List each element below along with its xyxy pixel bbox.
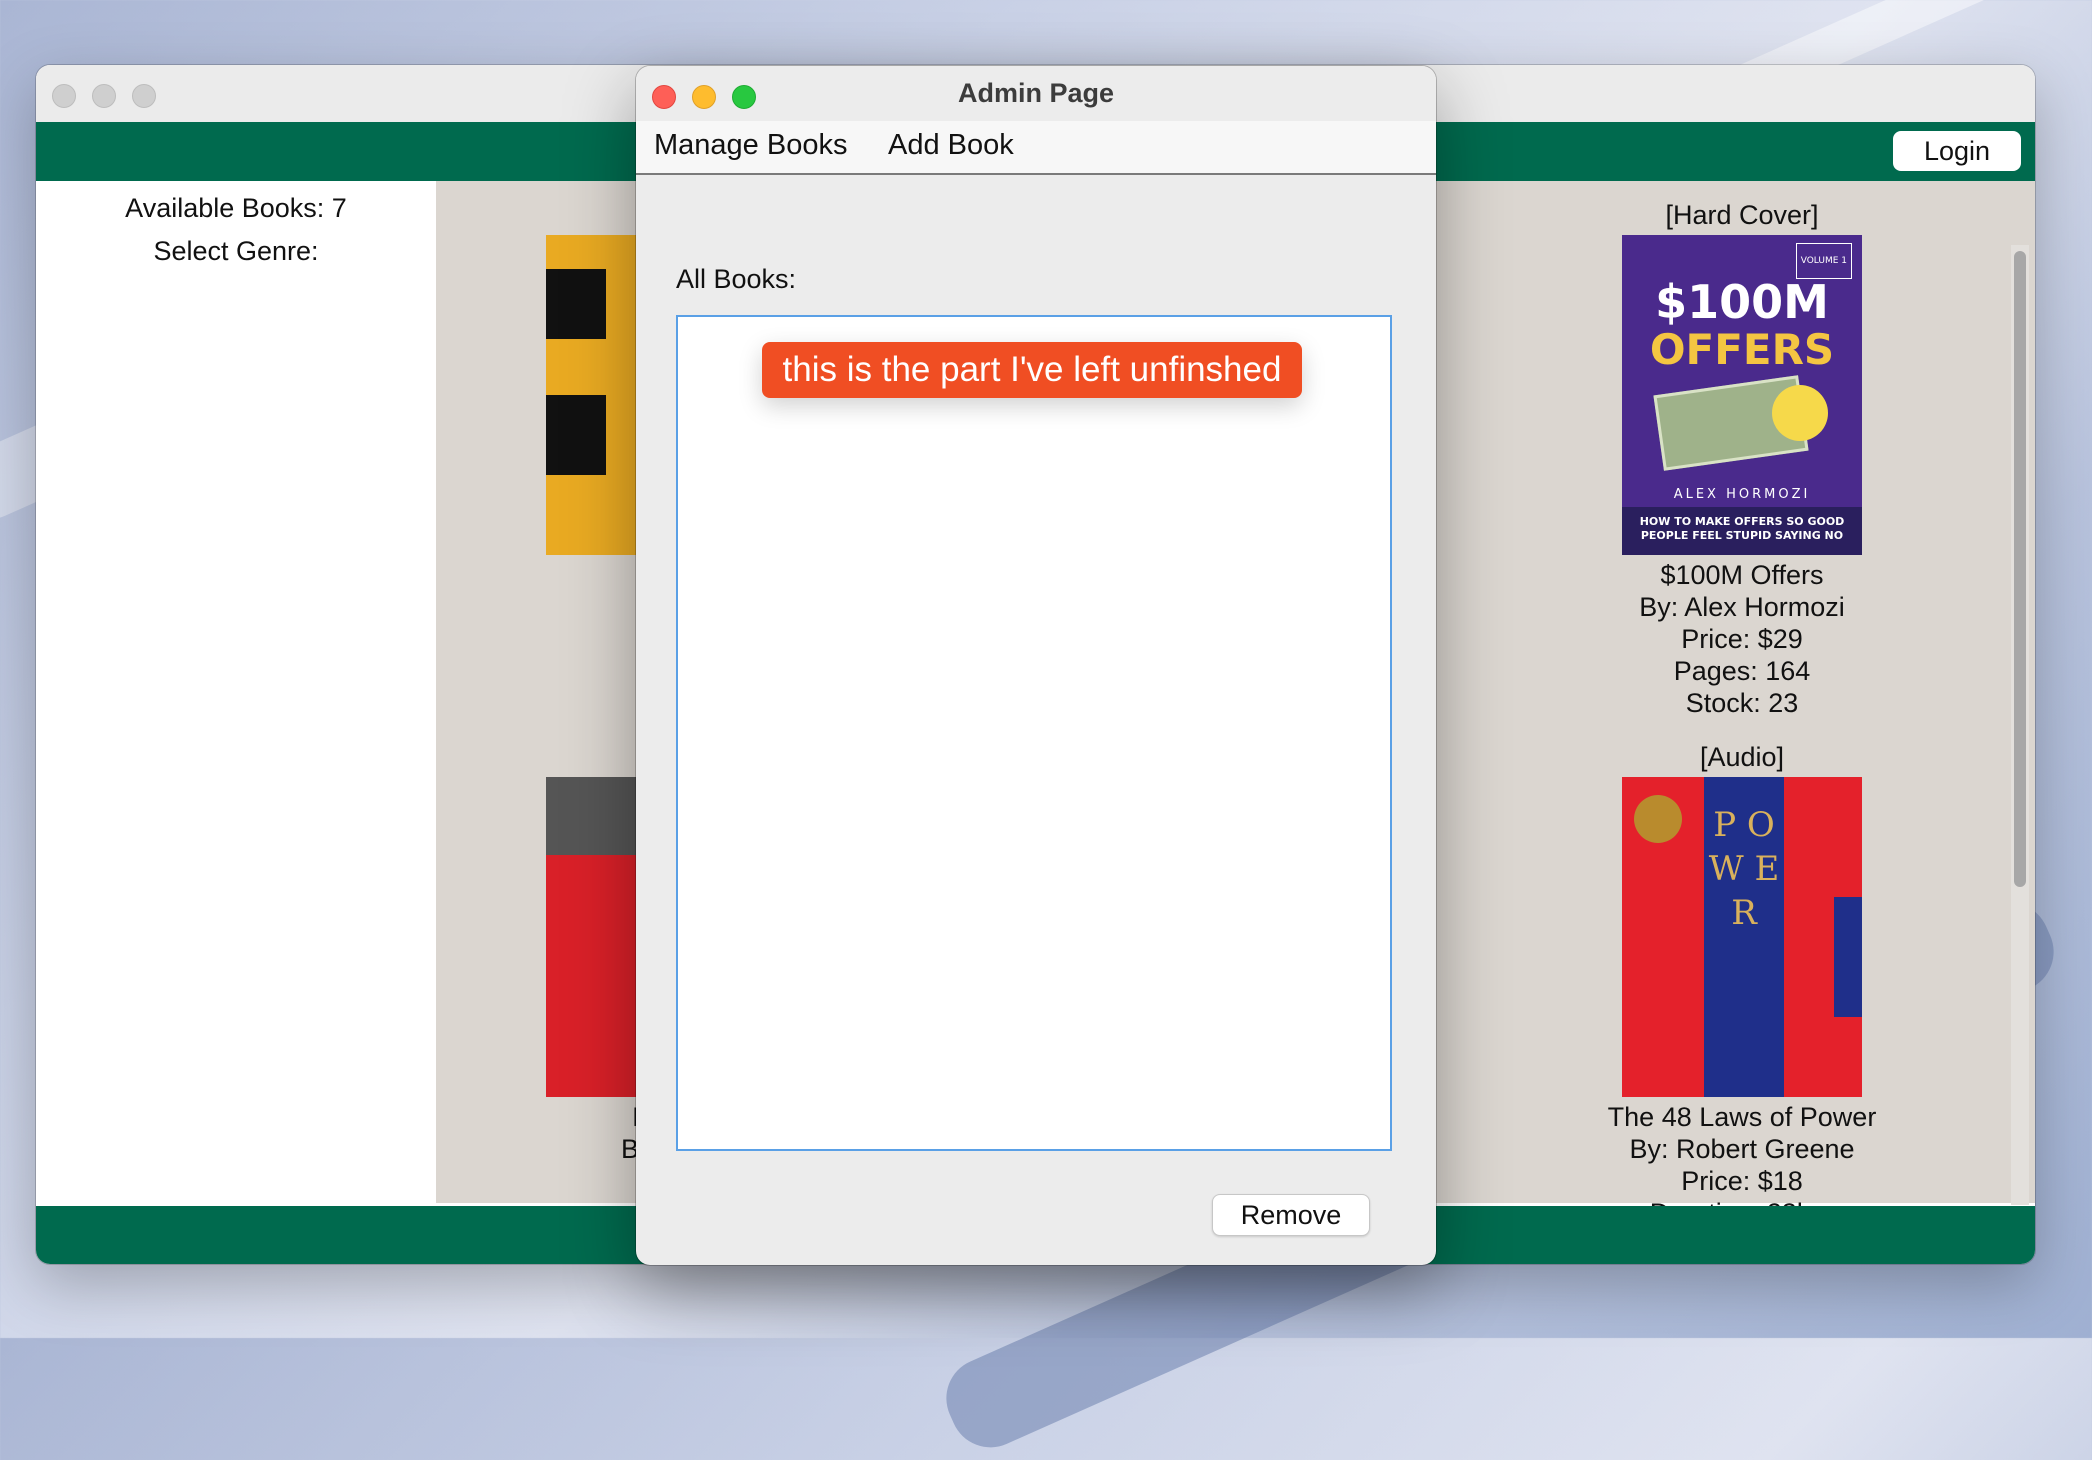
admin-window: Admin Page Manage Books Add Book All Boo… <box>636 66 1436 1265</box>
menu-add-book[interactable]: Add Book <box>888 129 1014 162</box>
available-books-count: Available Books: 7 <box>125 193 347 223</box>
award-badge-icon <box>1634 795 1682 843</box>
book-pages: Pages: 164 <box>1673 656 1811 686</box>
admin-title-bar: Admin Page <box>636 66 1436 121</box>
minimize-window-button[interactable] <box>92 84 116 108</box>
window-title: Admin Page <box>957 78 1115 108</box>
book-author: By: Robert Greene <box>1629 1134 1855 1164</box>
books-list[interactable] <box>676 315 1392 1151</box>
select-genre-label: Select Genre: <box>153 236 319 266</box>
cover-block <box>546 395 606 475</box>
book-card[interactable]: [Hard Cover] VOLUME 1 $100M OFFERS ALEX … <box>1572 199 1912 719</box>
book-author: By: Alex Hormozi <box>1639 592 1845 622</box>
book-price: Price: $29 <box>1681 624 1803 654</box>
remove-button[interactable]: Remove <box>1212 1194 1370 1236</box>
cover-block <box>546 269 606 339</box>
login-button[interactable]: Login <box>1893 131 2021 171</box>
zoom-window-button[interactable] <box>132 84 156 108</box>
book-cover-image: VOLUME 1 $100M OFFERS ALEX HORMOZI HOW T… <box>1622 235 1862 555</box>
cover-tagline-text: HOW TO MAKE OFFERS SO GOOD PEOPLE FEEL S… <box>1622 507 1862 555</box>
cover-title-line: OFFERS <box>1649 325 1835 374</box>
book-card[interactable]: [Audio] P O W E R The 48 Laws of Power B… <box>1572 741 1912 1229</box>
filter-sidebar: Available Books: 7 Select Genre: <box>36 181 436 1203</box>
book-stock: Stock: 23 <box>1685 688 1799 718</box>
all-books-label: All Books: <box>676 264 797 294</box>
cover-title-letters: P O W E R <box>1708 805 1780 933</box>
book-title: The 48 Laws of Power <box>1607 1102 1877 1132</box>
cover-volume-text: VOLUME 1 <box>1795 243 1852 279</box>
menu-manage-books[interactable]: Manage Books <box>654 129 847 162</box>
copies-sold-seal <box>1772 385 1828 441</box>
book-title: $100M Offers <box>1660 560 1824 590</box>
admin-menu-bar: Manage Books Add Book <box>636 121 1436 175</box>
cover-title-line: $100M <box>1655 275 1829 329</box>
close-window-button[interactable] <box>52 84 76 108</box>
book-cover-image: P O W E R <box>1622 777 1862 1097</box>
annotation-callout: this is the part I've left unfinshed <box>762 342 1302 398</box>
book-format: [Hard Cover] <box>1665 200 1819 230</box>
book-price: Price: $18 <box>1681 1166 1803 1196</box>
cover-side-strip <box>1834 897 1862 1017</box>
book-format: [Audio] <box>1699 742 1785 772</box>
scrollbar-thumb[interactable] <box>2014 251 2026 887</box>
